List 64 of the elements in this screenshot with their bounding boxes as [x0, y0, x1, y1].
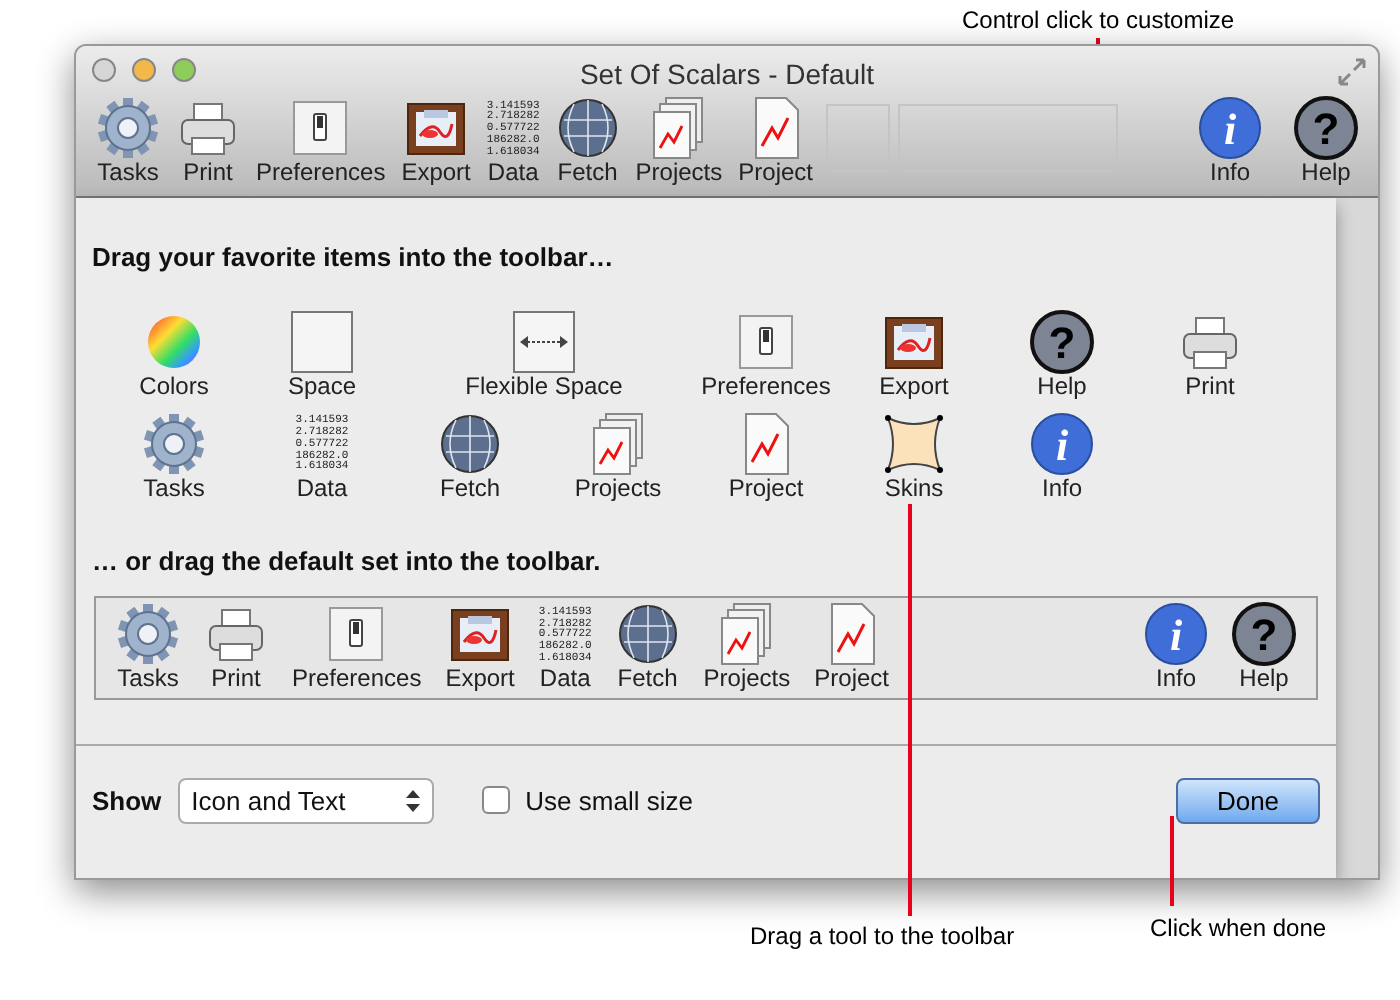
toolbar-item[interactable]: Project — [810, 602, 894, 694]
toolbar-item[interactable]: Export — [397, 96, 475, 187]
toolbar-item[interactable]: ? Help — [1290, 96, 1362, 187]
info-icon: i — [1144, 602, 1208, 667]
help-icon: ? — [1030, 309, 1094, 373]
switch-icon — [734, 309, 798, 373]
toolbar-item[interactable]: Print — [1136, 309, 1284, 400]
gear-icon — [116, 602, 180, 667]
section-heading: Drag your favorite items into the toolbar… — [90, 240, 616, 276]
minimize-button[interactable] — [132, 58, 156, 82]
window-title: Set Of Scalars - Default — [579, 58, 875, 90]
toolbar-item[interactable]: Colors — [100, 309, 248, 400]
toolbar-item[interactable]: Print — [200, 602, 272, 694]
toolbar-item[interactable]: Tasks — [92, 96, 164, 187]
toolbar-item[interactable]: Preferences — [252, 96, 390, 187]
toolbar-item[interactable]: Skins — [840, 411, 988, 502]
info-icon: i — [1198, 96, 1262, 160]
info-icon: i — [1030, 411, 1094, 476]
annotation-label: Control click to customize — [962, 4, 1235, 38]
small-size-checkbox[interactable]: Use small size — [481, 781, 693, 821]
toolbar-item[interactable]: Fetch — [396, 411, 544, 502]
toolbar-item[interactable]: ? Help — [988, 309, 1136, 400]
globe-icon — [438, 411, 502, 476]
close-button[interactable] — [92, 58, 116, 82]
toolbar-item[interactable]: Export — [840, 309, 988, 400]
annotation-label: Drag a tool to the toolbar — [750, 920, 1015, 954]
toolbar-item[interactable]: i Info — [1140, 602, 1212, 694]
toolbar-item[interactable]: Export — [441, 602, 519, 694]
toolbar-item[interactable]: Tasks — [112, 602, 184, 694]
toolbar-item[interactable]: Fetch — [551, 96, 624, 187]
annotation-label: Click when done — [1150, 912, 1327, 946]
zoom-button[interactable] — [172, 58, 196, 82]
section-heading: … or drag the default set into the toolbar. — [90, 543, 603, 580]
toolbar-item[interactable]: Project — [692, 411, 840, 502]
help-icon: ? — [1232, 602, 1296, 667]
toolbar-item[interactable]: Projects — [631, 96, 727, 187]
gear-icon — [96, 96, 160, 160]
toolbar-item[interactable]: i Info — [1194, 96, 1266, 187]
updown-arrows-icon — [405, 789, 420, 812]
toolbar-item[interactable]: Projects — [699, 602, 795, 694]
help-icon: ? — [1294, 96, 1358, 160]
empty-square-icon — [290, 309, 354, 373]
show-label: Show — [92, 783, 162, 820]
toolbar-item[interactable]: Projects — [544, 411, 692, 502]
globe-icon — [615, 602, 680, 667]
toolbar-item[interactable]: Preferences — [692, 309, 840, 400]
globe-icon — [555, 96, 620, 160]
toolbar-item[interactable]: ? Help — [1228, 602, 1300, 694]
leader-line — [1170, 816, 1174, 906]
switch-icon — [288, 96, 353, 160]
toolbar-item[interactable]: Preferences — [288, 602, 426, 694]
fullscreen-icon[interactable] — [1338, 58, 1366, 86]
toolbar-item[interactable]: Space — [248, 309, 396, 400]
done-button[interactable]: Done — [1176, 777, 1320, 825]
switch-icon — [324, 602, 389, 667]
toolbar-item[interactable]: Flexible Space — [396, 309, 692, 400]
gear-icon — [142, 411, 206, 476]
toolbar-item[interactable]: Fetch — [611, 602, 684, 694]
toolbar-item[interactable]: Project — [734, 96, 818, 187]
curved-shape-icon — [882, 411, 946, 476]
toolbar-item[interactable]: Print — [172, 96, 244, 187]
show-dropdown[interactable]: Icon and Text — [177, 777, 434, 825]
toolbar-item[interactable]: i Info — [988, 411, 1136, 502]
toolbar-item[interactable]: Tasks — [100, 411, 248, 502]
